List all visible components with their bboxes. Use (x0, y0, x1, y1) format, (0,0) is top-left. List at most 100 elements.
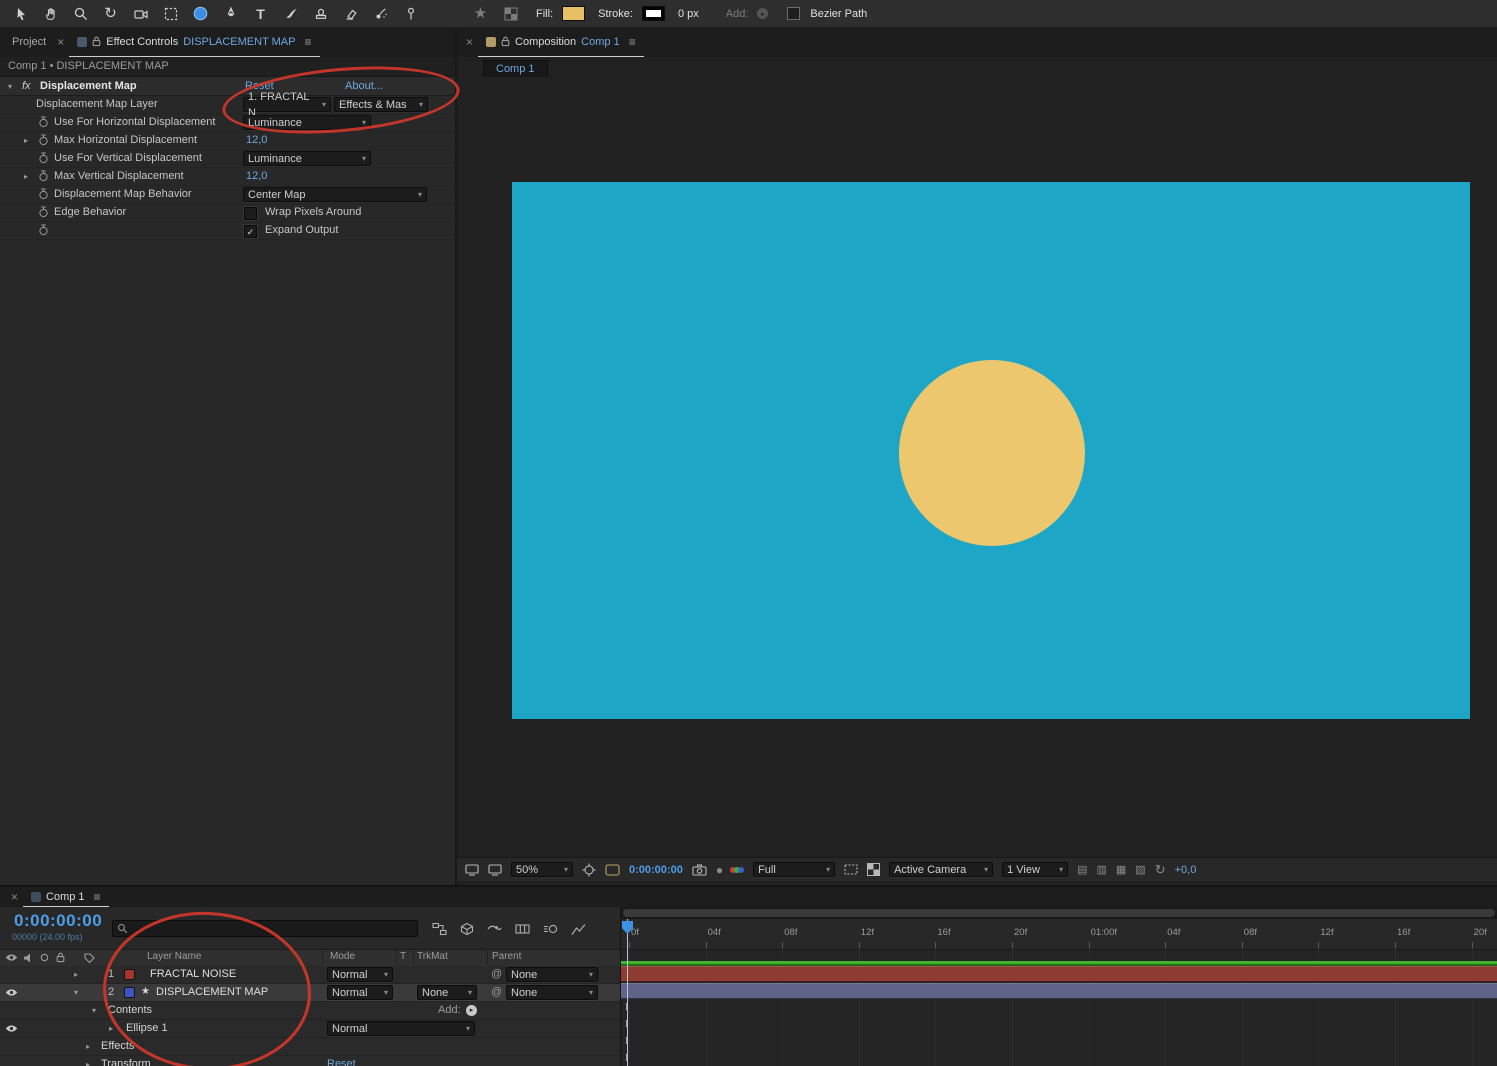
expander-icon[interactable]: ▸ (86, 1057, 90, 1066)
pan-behind-tool-icon[interactable] (158, 2, 183, 25)
snapshot-camera-icon[interactable] (692, 864, 707, 876)
resolution-dropdown[interactable]: Full▾ (753, 862, 835, 877)
selection-tool-icon[interactable] (8, 2, 33, 25)
roto-brush-tool-icon[interactable] (368, 2, 393, 25)
search-input[interactable] (128, 922, 392, 936)
refresh-icon[interactable]: ↻ (1155, 862, 1166, 878)
clone-stamp-tool-icon[interactable] (308, 2, 333, 25)
layer-row-displacement-map[interactable]: ▾ 2 ★ DISPLACEMENT MAP Normal▾ None▾ @ N… (0, 984, 620, 1002)
trkmat-dropdown[interactable]: None▾ (417, 985, 477, 1000)
camera-tool-icon[interactable] (128, 2, 153, 25)
current-time-indicator-line[interactable] (627, 919, 628, 1066)
graph-editor-icon[interactable] (571, 923, 586, 936)
column-mode[interactable]: Mode (330, 951, 355, 962)
ellipse-shape[interactable] (899, 360, 1085, 546)
stopwatch-icon[interactable] (38, 116, 49, 128)
stopwatch-icon[interactable] (38, 224, 49, 236)
blend-mode-dropdown[interactable]: Normal▾ (327, 985, 393, 1000)
rotation-tool-icon[interactable]: ↻ (98, 2, 123, 25)
safe-zones-icon[interactable] (605, 864, 620, 876)
flowchart-button-icon[interactable]: ▧ (1135, 863, 1145, 876)
pickwhip-icon[interactable]: @ (491, 966, 502, 982)
parent-dropdown[interactable]: None▾ (506, 985, 598, 1000)
layer-name[interactable]: FRACTAL NOISE (150, 966, 236, 982)
eye-icon[interactable] (5, 1024, 18, 1033)
tab-timeline-comp1[interactable]: Comp 1 ≡ (23, 887, 109, 907)
crosshair-icon[interactable] (582, 863, 596, 877)
puppet-pin-tool-icon[interactable] (398, 2, 423, 25)
stroke-color-swatch[interactable] (642, 6, 665, 21)
max-vertical-value[interactable]: 12,0 (246, 168, 267, 184)
expander-icon[interactable]: ▸ (24, 133, 28, 149)
draft-3d-icon[interactable] (460, 922, 474, 936)
layer-name[interactable]: DISPLACEMENT MAP (156, 984, 268, 1000)
group-row-effects[interactable]: ▸ Effects (0, 1038, 620, 1056)
close-icon[interactable]: × (52, 35, 69, 49)
group-label[interactable]: Contents (108, 1002, 152, 1018)
timeline-button-icon[interactable]: ▦ (1116, 863, 1126, 876)
stopwatch-icon[interactable] (38, 134, 49, 146)
blend-mode-dropdown[interactable]: Normal▾ (327, 967, 393, 982)
ellipse-shape-tool-icon[interactable] (188, 2, 213, 25)
eraser-tool-icon[interactable] (338, 2, 363, 25)
star-icon[interactable]: ★ (468, 2, 493, 25)
parent-dropdown[interactable]: None▾ (506, 967, 598, 982)
lock-icon[interactable] (92, 36, 101, 47)
lock-icon[interactable] (501, 36, 510, 47)
effect-expander-icon[interactable]: ▾ (8, 78, 12, 96)
column-layer-name[interactable]: Layer Name (147, 951, 201, 962)
magnify-monitor-icon[interactable] (465, 864, 479, 876)
column-trkmat[interactable]: TrkMat (417, 951, 448, 962)
column-t[interactable]: T (400, 951, 406, 962)
group-label[interactable]: Transform (101, 1056, 151, 1066)
motion-blur-icon[interactable] (543, 923, 558, 935)
stroke-width-value[interactable]: 0 px (678, 8, 699, 20)
view-layout-dropdown[interactable]: 1 View▾ (1002, 862, 1068, 877)
stopwatch-icon[interactable] (38, 152, 49, 164)
panel-menu-icon[interactable]: ≡ (305, 35, 312, 49)
shy-layers-icon[interactable] (487, 923, 502, 935)
ellipse-blend-mode-dropdown[interactable]: Normal▾ (327, 1021, 475, 1036)
close-icon[interactable]: × (461, 35, 478, 49)
add-property-icon[interactable]: ▸ (466, 1005, 477, 1016)
pen-tool-icon[interactable] (218, 2, 243, 25)
tab-composition[interactable]: Composition Comp 1 ≡ (478, 27, 644, 57)
group-row-contents[interactable]: ▾ Contents Add: ▸ (0, 1002, 620, 1020)
expander-icon[interactable]: ▸ (109, 1021, 113, 1037)
layer-color-swatch[interactable] (124, 987, 135, 998)
composition-viewport[interactable] (457, 77, 1497, 849)
time-navigator[interactable] (621, 907, 1497, 919)
group-label[interactable]: Effects (101, 1038, 134, 1054)
type-tool-icon[interactable]: T (248, 2, 273, 25)
stopwatch-icon[interactable] (38, 170, 49, 182)
eye-icon[interactable] (5, 988, 18, 997)
channel-icon[interactable] (732, 867, 744, 873)
composition-canvas[interactable] (512, 182, 1470, 719)
bezier-path-checkbox[interactable] (787, 7, 800, 20)
mini-flowchart-icon[interactable] (432, 922, 447, 936)
checkerboard-icon[interactable] (498, 2, 523, 25)
expander-icon[interactable]: ▾ (92, 1003, 96, 1019)
active-camera-dropdown[interactable]: Active Camera▾ (889, 862, 993, 877)
timeline-graph[interactable]: 0f04f08f12f16f20f01:00f04f08f12f16f20f I… (620, 907, 1497, 1066)
pixel-aspect-icon[interactable]: ▥ (1096, 863, 1106, 876)
about-link[interactable]: About... (345, 77, 383, 95)
stopwatch-icon[interactable] (38, 206, 49, 218)
exposure-offset-value[interactable]: +0,0 (1175, 864, 1197, 876)
layer-bar-displacement-map[interactable] (621, 983, 1497, 999)
expander-icon[interactable]: ▸ (24, 169, 28, 185)
map-layer-dropdown[interactable]: 1. FRACTAL N▾ (243, 97, 331, 112)
group-row-ellipse[interactable]: ▸ Ellipse 1 Normal▾ (0, 1020, 620, 1038)
expand-output-checkbox[interactable]: ✓ (244, 225, 257, 238)
grid-guides-icon[interactable]: ▤ (1077, 863, 1087, 876)
monitor-icon[interactable] (488, 864, 502, 876)
hand-tool-icon[interactable] (38, 2, 63, 25)
timeline-search[interactable] (112, 920, 418, 937)
max-horizontal-value[interactable]: 12,0 (246, 132, 267, 148)
zoom-tool-icon[interactable] (68, 2, 93, 25)
brush-tool-icon[interactable] (278, 2, 303, 25)
layer-bar-fractal-noise[interactable] (621, 966, 1497, 982)
wrap-pixels-checkbox[interactable] (244, 207, 257, 220)
region-of-interest-icon[interactable] (844, 864, 858, 875)
comp-timecode[interactable]: 0:00:00:00 (629, 864, 683, 876)
